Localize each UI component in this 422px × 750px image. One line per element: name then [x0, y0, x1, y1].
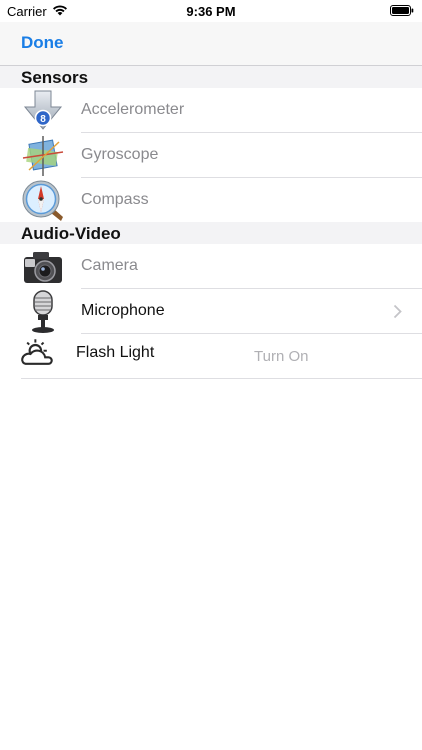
flash-light-label: Flash Light [76, 344, 155, 361]
section-header-sensors: Sensors [0, 66, 422, 88]
microphone-icon [32, 290, 54, 333]
section-header-audio-video: Audio-Video [0, 222, 422, 244]
camera-icon [24, 252, 62, 283]
section-title: Sensors [21, 68, 89, 87]
page: Carrier 9:36 PM Done Sensors 8 Accelerom… [0, 0, 422, 750]
accelerometer-icon: 8 [23, 90, 63, 130]
row-divider [21, 378, 422, 379]
flashlight-icon [21, 339, 53, 365]
list-item-microphone[interactable]: Microphone [0, 289, 422, 334]
compass-label: Compass [81, 191, 149, 208]
list-item-accelerometer[interactable]: 8 Accelerometer [0, 88, 422, 133]
list-item-flash-light[interactable]: Flash Light Turn On [0, 334, 422, 379]
camera-label: Camera [81, 257, 138, 274]
gyroscope-label: Gyroscope [81, 146, 159, 163]
gyroscope-icon [22, 136, 64, 176]
chevron-right-icon [393, 304, 402, 319]
navigation-bar: Done [0, 22, 422, 66]
list-item-compass[interactable]: Compass [0, 178, 422, 223]
status-bar: Carrier 9:36 PM [0, 0, 422, 22]
section-title: Audio-Video [21, 224, 121, 243]
accelerometer-label: Accelerometer [81, 101, 185, 118]
clock: 9:36 PM [186, 4, 236, 19]
turn-on-button[interactable]: Turn On [254, 348, 308, 365]
list-item-gyroscope[interactable]: Gyroscope [0, 133, 422, 178]
list-item-camera[interactable]: Camera [0, 244, 422, 289]
compass-icon [22, 180, 63, 221]
microphone-label: Microphone [81, 302, 165, 319]
done-button[interactable]: Done [21, 33, 64, 53]
battery-icon [390, 5, 414, 16]
svg-text:8: 8 [40, 114, 46, 125]
